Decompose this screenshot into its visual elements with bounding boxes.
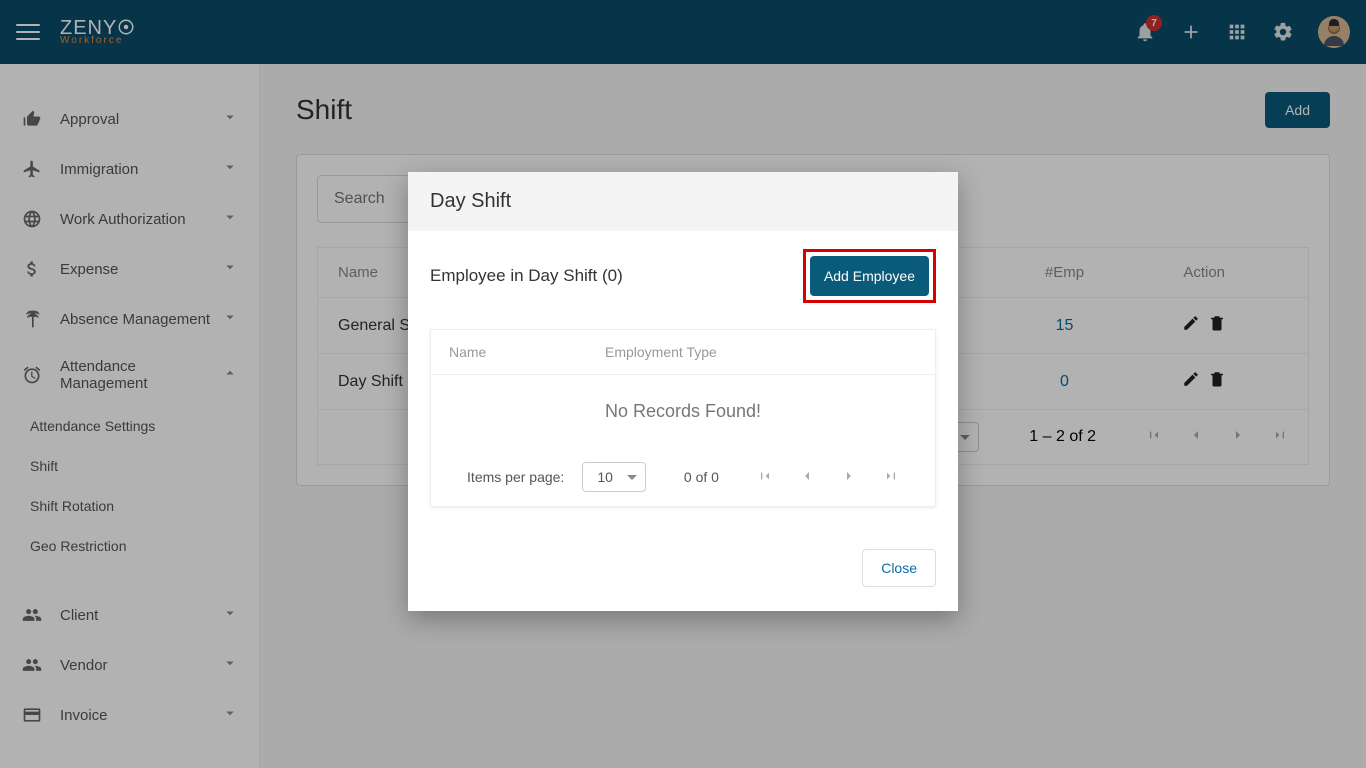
modal-title: Day Shift bbox=[408, 172, 958, 231]
add-employee-button[interactable]: Add Employee bbox=[810, 256, 929, 296]
modal-col-type: Employment Type bbox=[605, 344, 917, 360]
no-records-message: No Records Found! bbox=[431, 375, 935, 448]
employee-table: Name Employment Type No Records Found! I… bbox=[430, 329, 936, 507]
add-employee-highlight: Add Employee bbox=[803, 249, 936, 303]
first-page-icon[interactable] bbox=[757, 468, 773, 487]
next-page-icon[interactable] bbox=[841, 468, 857, 487]
modal-items-select[interactable]: 10 bbox=[582, 462, 646, 492]
modal-items-label: Items per page: bbox=[467, 469, 564, 485]
modal-col-name: Name bbox=[449, 344, 605, 360]
close-button[interactable]: Close bbox=[862, 549, 936, 587]
day-shift-modal: Day Shift Employee in Day Shift (0) Add … bbox=[408, 172, 958, 611]
modal-page-count: 0 of 0 bbox=[684, 469, 719, 485]
modal-overlay: Day Shift Employee in Day Shift (0) Add … bbox=[0, 0, 1366, 768]
last-page-icon[interactable] bbox=[883, 468, 899, 487]
prev-page-icon[interactable] bbox=[799, 468, 815, 487]
modal-subtitle: Employee in Day Shift (0) bbox=[430, 266, 623, 286]
